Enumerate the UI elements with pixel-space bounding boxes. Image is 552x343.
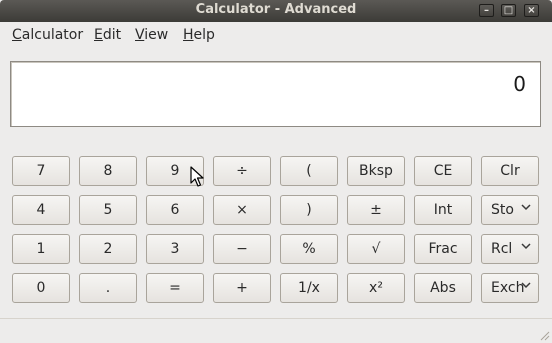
- chevron-down-icon: [521, 203, 531, 214]
- equals-button[interactable]: =: [146, 273, 204, 303]
- integer-button[interactable]: Int: [414, 195, 472, 225]
- close-button[interactable]: ×: [524, 4, 539, 17]
- display-value: 0: [513, 72, 526, 96]
- store-label: Sto: [491, 202, 514, 218]
- exchange-dropdown-button[interactable]: Exch: [481, 273, 539, 303]
- divide-button[interactable]: ÷: [213, 156, 271, 186]
- absolute-value-button[interactable]: Abs: [414, 273, 472, 303]
- menu-view-mnemonic: V: [135, 27, 145, 43]
- result-display[interactable]: 0: [10, 61, 541, 127]
- menu-help-mnemonic: H: [183, 27, 194, 43]
- backspace-button[interactable]: Bksp: [347, 156, 405, 186]
- reciprocal-button[interactable]: 1/x: [280, 273, 338, 303]
- menu-bar: Calculator Edit View Help: [0, 22, 552, 48]
- title-bar[interactable]: Calculator - Advanced – □ ×: [0, 0, 552, 22]
- chevron-down-icon: [521, 281, 531, 292]
- square-button[interactable]: x²: [347, 273, 405, 303]
- digit-0-button[interactable]: 0: [12, 273, 70, 303]
- decimal-point-button[interactable]: .: [79, 273, 137, 303]
- status-bar: [0, 318, 552, 343]
- menu-view[interactable]: View: [135, 27, 168, 43]
- subtract-button[interactable]: −: [213, 234, 271, 264]
- change-sign-button[interactable]: ±: [347, 195, 405, 225]
- menu-edit-mnemonic: E: [94, 27, 103, 43]
- menu-view-label: iew: [144, 27, 169, 43]
- minimize-button[interactable]: –: [479, 4, 494, 17]
- digit-3-button[interactable]: 3: [146, 234, 204, 264]
- digit-6-button[interactable]: 6: [146, 195, 204, 225]
- multiply-button[interactable]: ×: [213, 195, 271, 225]
- clear-entry-button[interactable]: CE: [414, 156, 472, 186]
- menu-edit[interactable]: Edit: [94, 27, 121, 43]
- square-root-button[interactable]: √: [347, 234, 405, 264]
- resize-grip-icon[interactable]: [538, 329, 550, 341]
- digit-5-button[interactable]: 5: [79, 195, 137, 225]
- close-paren-button[interactable]: ): [280, 195, 338, 225]
- menu-calculator-label: alculator: [21, 27, 84, 43]
- percent-button[interactable]: %: [280, 234, 338, 264]
- exchange-label: Exch: [491, 280, 525, 296]
- maximize-button[interactable]: □: [501, 4, 516, 17]
- recall-dropdown-button[interactable]: Rcl: [481, 234, 539, 264]
- store-dropdown-button[interactable]: Sto: [481, 195, 539, 225]
- digit-2-button[interactable]: 2: [79, 234, 137, 264]
- window-title: Calculator - Advanced: [195, 2, 357, 17]
- open-paren-button[interactable]: (: [280, 156, 338, 186]
- digit-1-button[interactable]: 1: [12, 234, 70, 264]
- menu-calculator[interactable]: Calculator: [12, 27, 83, 43]
- mouse-pointer-icon: [190, 166, 204, 187]
- digit-8-button[interactable]: 8: [79, 156, 137, 186]
- add-button[interactable]: +: [213, 273, 271, 303]
- chevron-down-icon: [521, 242, 531, 253]
- digit-7-button[interactable]: 7: [12, 156, 70, 186]
- digit-4-button[interactable]: 4: [12, 195, 70, 225]
- calculator-window: Calculator - Advanced – □ × Calculator E…: [0, 0, 552, 343]
- menu-help[interactable]: Help: [183, 27, 215, 43]
- menu-calculator-mnemonic: C: [12, 27, 22, 43]
- clear-button[interactable]: Clr: [481, 156, 539, 186]
- menu-help-label: elp: [193, 27, 215, 43]
- fraction-button[interactable]: Frac: [414, 234, 472, 264]
- menu-edit-label: dit: [102, 27, 122, 43]
- recall-label: Rcl: [491, 241, 513, 257]
